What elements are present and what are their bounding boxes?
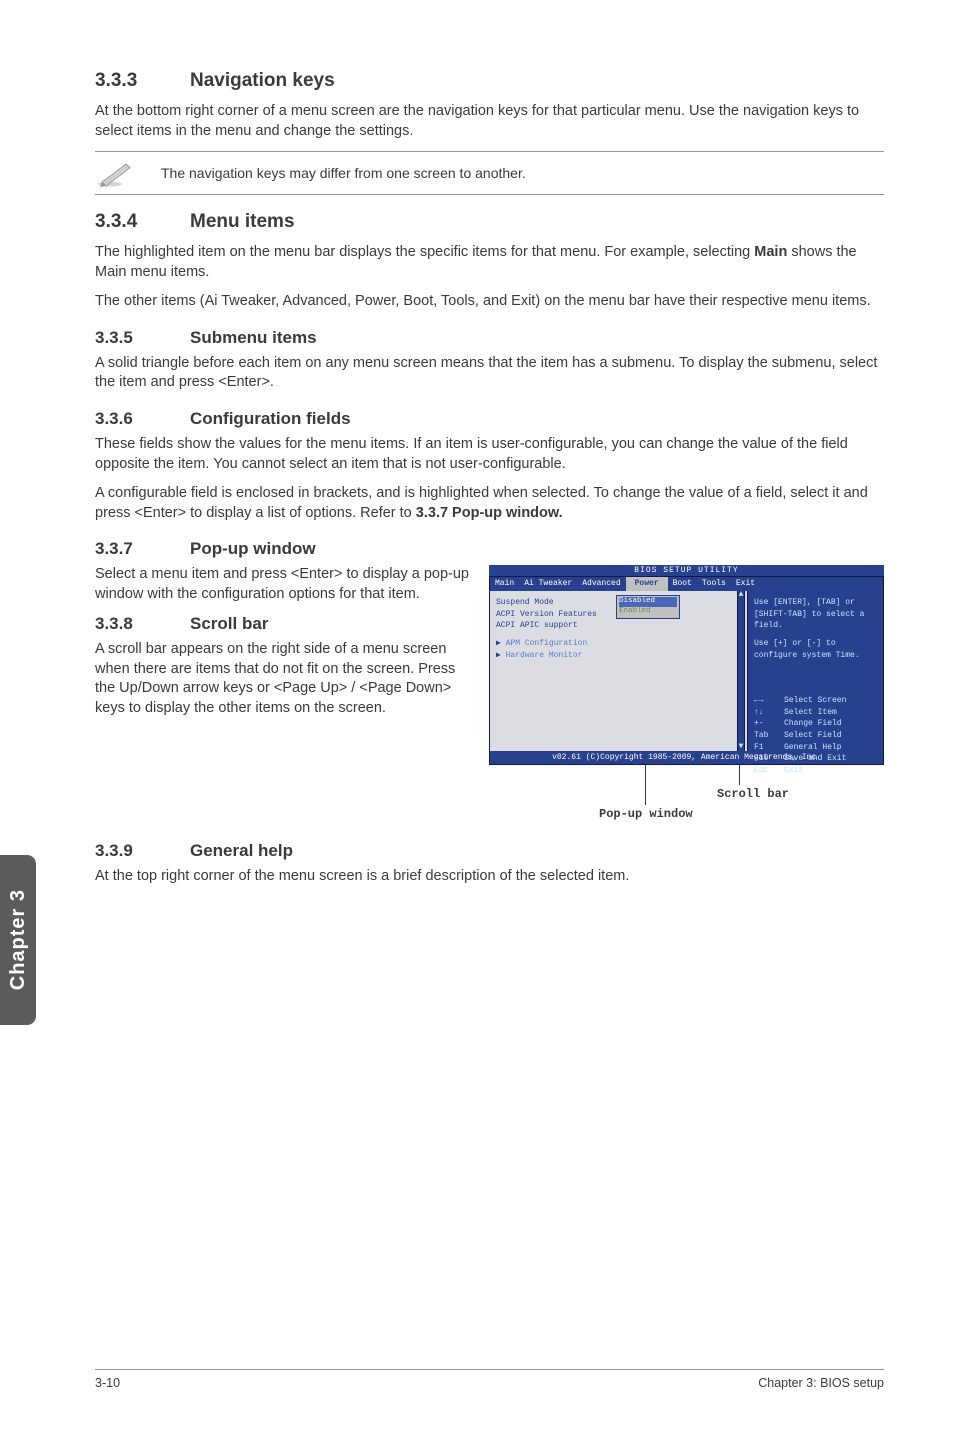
- chapter-side-label: Chapter 3: [7, 889, 30, 990]
- bios-scrollbar: ▲ ▼: [737, 591, 745, 751]
- legend-scrollbar: Scroll bar: [717, 787, 789, 801]
- heading-334-num: 3.3.4: [95, 211, 190, 233]
- bios-tab-power: Power: [626, 577, 668, 591]
- heading-335-title: Submenu items: [190, 328, 317, 347]
- legend-line-popup: [645, 765, 646, 805]
- heading-339-num: 3.3.9: [95, 841, 190, 861]
- bios-help-k4: F1: [754, 742, 784, 754]
- para-336-bold: 3.3.7 Pop-up window.: [416, 505, 563, 521]
- heading-333-num: 3.3.3: [95, 70, 190, 92]
- heading-339-title: General help: [190, 841, 293, 860]
- bios-help-v3: Select Field: [784, 730, 842, 742]
- bios-item-acpiapic: ACPI APIC support: [496, 620, 616, 632]
- heading-333-title: Navigation keys: [190, 70, 335, 91]
- bios-help-k1: ↑↓: [754, 707, 784, 719]
- bios-tab-main: Main: [490, 577, 519, 591]
- bios-help-k0: ←→: [754, 695, 784, 707]
- bios-help-v1: Select Item: [784, 707, 837, 719]
- bios-item-acpiver: ACPI Version Features: [496, 609, 616, 621]
- note-icon: [95, 156, 137, 190]
- heading-333: 3.3.3Navigation keys: [95, 70, 884, 92]
- heading-336: 3.3.6Configuration fields: [95, 409, 884, 429]
- bios-title: BIOS SETUP UTILITY: [489, 565, 884, 576]
- bios-popup-opt1: Disabled: [619, 597, 677, 607]
- footer-chapter: Chapter 3: BIOS setup: [758, 1376, 884, 1390]
- bios-popup-opt2: Enabled: [619, 607, 651, 615]
- heading-334-title: Menu items: [190, 211, 295, 232]
- bios-help-v0: Select Screen: [784, 695, 846, 707]
- heading-337-title: Pop-up window: [190, 539, 316, 558]
- bios-tab-exit: Exit: [731, 577, 760, 591]
- scroll-up-icon: ▲: [738, 591, 744, 599]
- heading-337-num: 3.3.7: [95, 539, 190, 559]
- bios-help-k3: Tab: [754, 730, 784, 742]
- heading-337: 3.3.7Pop-up window: [95, 539, 884, 559]
- bios-tab-boot: Boot: [668, 577, 697, 591]
- bios-menu-bar: Main Ai Tweaker Advanced Power Boot Tool…: [490, 577, 883, 591]
- bios-help-v2: Change Field: [784, 718, 842, 730]
- heading-338: 3.3.8Scroll bar: [95, 614, 471, 634]
- bios-help-k2: +-: [754, 718, 784, 730]
- chapter-side-tab: Chapter 3: [0, 855, 36, 1025]
- bios-help-v5: Save and Exit: [784, 753, 846, 765]
- heading-336-title: Configuration fields: [190, 409, 351, 428]
- bios-left-pane: Suspend Mode[Auto] ACPI Version Features…: [490, 591, 747, 751]
- legend-line-scroll: [739, 765, 740, 785]
- bios-sub-hw: Hardware Monitor: [506, 651, 583, 660]
- bios-tab-tools: Tools: [697, 577, 731, 591]
- bios-help-top1: Use [ENTER], [TAB] or [SHIFT-TAB] to sel…: [754, 597, 877, 632]
- para-334-2: The other items (Ai Tweaker, Advanced, P…: [95, 292, 884, 312]
- heading-335-num: 3.3.5: [95, 328, 190, 348]
- para-334-1: The highlighted item on the menu bar dis…: [95, 243, 884, 282]
- legend-popup: Pop-up window: [599, 807, 693, 821]
- bios-tab-aitweaker: Ai Tweaker: [519, 577, 577, 591]
- footer-page-number: 3-10: [95, 1376, 120, 1390]
- bios-help-keys: ←→Select Screen ↑↓Select Item +-Change F…: [754, 695, 877, 776]
- para-338-1: A scroll bar appears on the right side o…: [95, 640, 471, 718]
- heading-338-title: Scroll bar: [190, 614, 268, 633]
- para-333-1: At the bottom right corner of a menu scr…: [95, 102, 884, 141]
- heading-335: 3.3.5Submenu items: [95, 328, 884, 348]
- bios-item-suspend: Suspend Mode: [496, 597, 616, 609]
- para-336-1: These fields show the values for the men…: [95, 435, 884, 474]
- para-337-1: Select a menu item and press <Enter> to …: [95, 565, 471, 604]
- bios-figure: BIOS SETUP UTILITY Main Ai Tweaker Advan…: [489, 565, 884, 825]
- scroll-down-icon: ▼: [738, 743, 744, 751]
- para-335-1: A solid triangle before each item on any…: [95, 354, 884, 393]
- para-334-bold: Main: [754, 244, 787, 260]
- note-box: The navigation keys may differ from one …: [95, 151, 884, 195]
- bios-help-top2: Use [+] or [-] to configure system Time.: [754, 638, 877, 661]
- bios-help-k5: F10: [754, 753, 784, 765]
- triangle-icon: ▶: [496, 639, 506, 648]
- note-text: The navigation keys may differ from one …: [161, 165, 526, 181]
- heading-336-num: 3.3.6: [95, 409, 190, 429]
- heading-339: 3.3.9General help: [95, 841, 884, 861]
- heading-338-num: 3.3.8: [95, 614, 190, 634]
- heading-334: 3.3.4Menu items: [95, 211, 884, 233]
- bios-help-v4: General Help: [784, 742, 842, 754]
- bios-tab-advanced: Advanced: [577, 577, 625, 591]
- bios-popup-window: Disabled Enabled: [616, 595, 680, 619]
- bios-help-pane: Use [ENTER], [TAB] or [SHIFT-TAB] to sel…: [747, 591, 883, 751]
- para-334-1a: The highlighted item on the menu bar dis…: [95, 244, 754, 260]
- para-336-2: A configurable field is enclosed in brac…: [95, 484, 884, 523]
- bios-sub-apm: APM Configuration: [506, 639, 588, 648]
- triangle-icon: ▶: [496, 651, 506, 660]
- page-footer: 3-10 Chapter 3: BIOS setup: [95, 1369, 884, 1390]
- para-339-1: At the top right corner of the menu scre…: [95, 867, 884, 887]
